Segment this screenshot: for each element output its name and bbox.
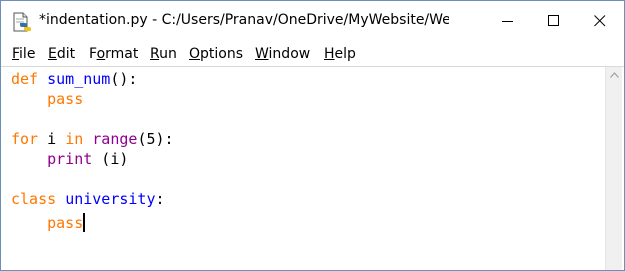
maximize-icon [548,15,559,26]
chevron-up-icon [610,72,619,78]
menu-file[interactable]: File [12,46,35,62]
minimize-icon [502,21,513,22]
code-line-4: for i in range(5): [11,130,174,148]
menu-format[interactable]: Format [89,46,138,62]
close-button[interactable] [577,1,623,41]
menu-help[interactable]: Help [324,46,356,62]
minimize-button[interactable] [485,1,531,41]
code-line-7: class university: [11,190,165,208]
menu-run[interactable]: Run [150,46,177,62]
close-icon [594,15,606,27]
code-editor[interactable]: def sum_num(): pass for i in range(5): p… [3,67,605,270]
code-line-5: print (i) [47,150,129,168]
vertical-scrollbar[interactable] [605,67,622,270]
python-file-icon [11,12,33,32]
menu-edit[interactable]: Edit [48,46,75,62]
text-cursor [83,213,86,232]
window-title: *indentation.py - C:/Users/Pranav/OneDri… [39,12,449,28]
code-line-8: pass [47,213,86,232]
code-line-2: pass [47,90,84,108]
menu-options[interactable]: Options [189,46,243,62]
title-bar[interactable]: *indentation.py - C:/Users/Pranav/OneDri… [1,1,624,41]
menu-bar: File Edit Format Run Options Window Help [1,42,624,66]
idle-editor-window: *indentation.py - C:/Users/Pranav/OneDri… [0,0,625,271]
code-line-1: def sum_num(): [11,70,138,88]
maximize-button[interactable] [531,1,577,41]
scroll-up-button[interactable] [606,67,623,84]
menu-window[interactable]: Window [255,46,310,62]
